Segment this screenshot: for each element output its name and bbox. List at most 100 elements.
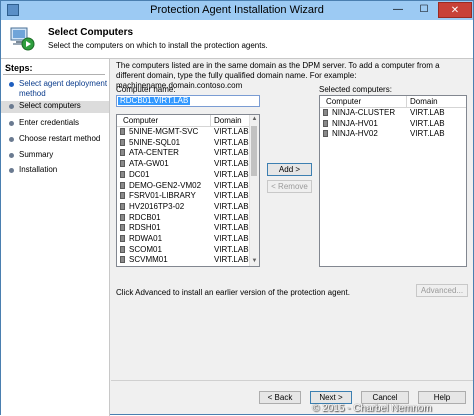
step-bullet-icon xyxy=(9,121,14,126)
step-enter-credentials[interactable]: Enter credentials xyxy=(1,118,109,128)
minimize-button[interactable]: — xyxy=(385,2,411,18)
scroll-thumb[interactable] xyxy=(251,126,257,176)
computer-domain: VIRT.LAB xyxy=(214,169,249,179)
computer-icon xyxy=(323,130,328,138)
computer-domain: VIRT.LAB xyxy=(214,191,249,201)
computer-name: RDWA01 xyxy=(129,234,163,243)
steps-title: Steps: xyxy=(5,63,33,73)
step-bullet-icon xyxy=(9,82,14,87)
list-item[interactable]: ATA-CENTER VIRT.LAB xyxy=(117,148,259,158)
title-bar: Protection Agent Installation Wizard — ☐… xyxy=(1,1,473,20)
computer-domain: VIRT.LAB xyxy=(214,255,249,265)
selected-computers-list[interactable]: Computer Domain NINJA-CLUSTER VIRT.LAB NIN… xyxy=(319,95,467,267)
step-label: Select agent deployment method xyxy=(19,79,108,98)
computer-name: NINJA-CLUSTER xyxy=(332,108,396,117)
computer-name-input[interactable]: RDCB01.VIRT.LAB xyxy=(116,95,260,107)
computer-name: RDSH01 xyxy=(129,223,161,233)
column-header-computer[interactable]: Computer xyxy=(326,97,361,106)
scroll-down-icon[interactable]: ▼ xyxy=(250,257,259,266)
computer-domain: VIRT.LAB xyxy=(410,108,445,117)
computer-domain: VIRT.LAB xyxy=(214,201,249,211)
wizard-header: Select Computers Select the computers on… xyxy=(1,20,473,59)
computer-shield-icon xyxy=(10,27,35,51)
available-list-header: Computer Domain xyxy=(117,115,259,127)
computer-name: FSRV01-LIBRARY xyxy=(129,191,196,201)
computer-domain: VIRT.LAB xyxy=(214,159,249,169)
list-item[interactable]: DEMO-GEN2-VM02 VIRT.LAB xyxy=(117,181,259,191)
computer-name: HV2016TP3-02 xyxy=(129,201,185,211)
main-content: The computers listed are in the same dom… xyxy=(110,59,473,416)
column-header-computer[interactable]: Computer xyxy=(123,116,158,125)
computer-name: NINJA-HV01 xyxy=(332,118,378,128)
selected-computers-label: Selected computers: xyxy=(319,85,392,94)
add-button[interactable]: Add > xyxy=(267,163,312,176)
list-item[interactable]: NINJA-HV02 VIRT.LAB xyxy=(320,129,466,139)
list-item[interactable]: FSRV01-LIBRARY VIRT.LAB xyxy=(117,191,259,201)
computer-icon xyxy=(120,256,125,264)
computer-domain: VIRT.LAB xyxy=(410,129,445,139)
list-item[interactable]: RDCB01 VIRT.LAB xyxy=(117,213,259,223)
computer-name: 5NINE-MGMT-SVC xyxy=(129,127,199,136)
column-separator xyxy=(210,115,211,126)
list-item[interactable]: 5NINE-MGMT-SVC VIRT.LAB xyxy=(117,127,259,137)
list-item[interactable]: RDWA01 VIRT.LAB xyxy=(117,234,259,244)
computer-domain: VIRT.LAB xyxy=(214,223,249,233)
list-item[interactable]: 5NINE-SQL01 VIRT.LAB xyxy=(117,138,259,148)
steps-panel: Steps: Select agent deployment method Se… xyxy=(1,59,110,416)
footer-divider xyxy=(111,380,473,381)
step-choose-restart-method[interactable]: Choose restart method xyxy=(1,134,109,144)
computer-domain: VIRT.LAB xyxy=(214,180,249,190)
list-item[interactable]: SCOM01 VIRT.LAB xyxy=(117,245,259,255)
list-item[interactable]: ATA-GW01 VIRT.LAB xyxy=(117,159,259,169)
advanced-hint: Click Advanced to install an earlier ver… xyxy=(116,288,350,297)
computer-icon xyxy=(323,109,328,116)
computer-icon xyxy=(120,160,125,168)
step-label: Summary xyxy=(19,150,54,159)
computer-icon xyxy=(120,235,125,242)
list-item[interactable]: SCVMM01 VIRT.LAB xyxy=(117,255,259,265)
computer-icon xyxy=(120,202,125,210)
computer-icon xyxy=(120,224,125,232)
computer-name: SCOM01 xyxy=(129,244,162,254)
step-bullet-icon xyxy=(9,168,14,173)
computer-domain: VIRT.LAB xyxy=(214,137,249,147)
back-button[interactable]: < Back xyxy=(259,391,301,404)
remove-button[interactable]: < Remove xyxy=(267,180,312,193)
step-installation[interactable]: Installation xyxy=(1,165,109,175)
advanced-button[interactable]: Advanced... xyxy=(416,284,468,297)
list-item[interactable]: DC01 VIRT.LAB xyxy=(117,170,259,180)
computer-name: DEMO-GEN2-VM02 xyxy=(129,180,202,190)
page-subtitle: Select the computers on which to install… xyxy=(48,41,268,50)
column-header-domain[interactable]: Domain xyxy=(410,97,438,106)
computer-name: 5NINE-SQL01 xyxy=(129,137,181,147)
scroll-up-icon[interactable]: ▲ xyxy=(250,115,259,124)
computer-domain: VIRT.LAB xyxy=(410,118,445,128)
computer-icon xyxy=(120,149,125,157)
maximize-button[interactable]: ☐ xyxy=(411,2,437,18)
column-header-domain[interactable]: Domain xyxy=(214,116,242,125)
page-title: Select Computers xyxy=(48,27,134,38)
step-select-agent-deployment-method[interactable]: Select agent deployment method xyxy=(1,79,109,99)
computer-name: ATA-CENTER xyxy=(129,148,179,158)
steps-divider xyxy=(3,74,105,75)
computer-icon xyxy=(323,119,328,127)
step-label: Choose restart method xyxy=(19,134,101,143)
list-item[interactable]: HV2016TP3-02 VIRT.LAB xyxy=(117,202,259,212)
computer-icon xyxy=(120,170,125,178)
close-button[interactable]: ✕ xyxy=(438,2,472,18)
step-summary[interactable]: Summary xyxy=(1,150,109,160)
computer-icon xyxy=(120,128,125,135)
step-bullet-icon xyxy=(9,153,14,158)
computer-name: ATA-GW01 xyxy=(129,159,169,169)
wizard-window: Protection Agent Installation Wizard — ☐… xyxy=(0,0,474,416)
list-item[interactable]: RDSH01 VIRT.LAB xyxy=(117,223,259,233)
computer-name-label: Computer name: xyxy=(116,85,176,94)
step-select-computers[interactable]: Select computers xyxy=(1,101,109,113)
available-list-scrollbar[interactable]: ▲ ▼ xyxy=(249,115,259,266)
available-computers-list[interactable]: Computer Domain 5NINE-MGMT-SVC VIRT.LAB 5N… xyxy=(116,114,260,267)
computer-icon xyxy=(120,192,125,200)
computer-icon xyxy=(120,245,125,253)
computer-name-value: RDCB01.VIRT.LAB xyxy=(118,96,191,105)
list-item[interactable]: NINJA-CLUSTER VIRT.LAB xyxy=(320,108,466,118)
list-item[interactable]: NINJA-HV01 VIRT.LAB xyxy=(320,119,466,129)
